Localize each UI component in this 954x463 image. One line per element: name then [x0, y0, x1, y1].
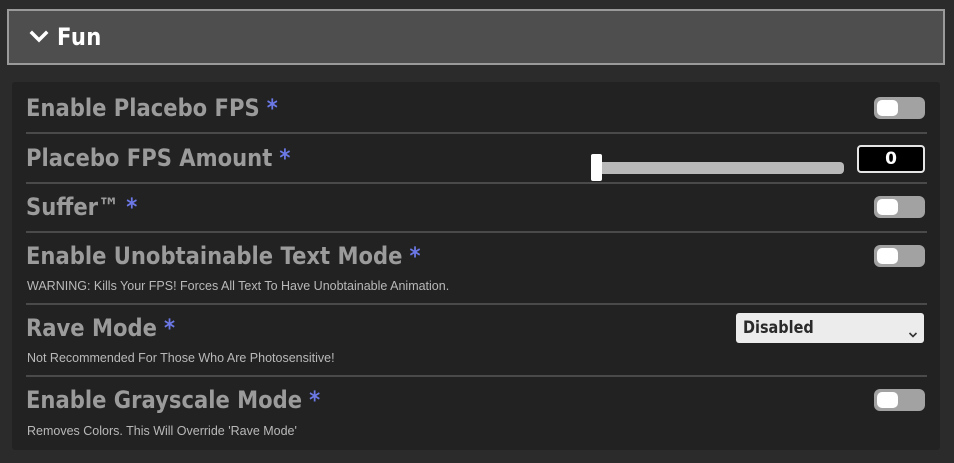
chevron-down-icon [908, 324, 918, 338]
required-asterisk: * [409, 242, 421, 270]
placebo-fps-toggle[interactable] [874, 97, 925, 119]
setting-label-text: Enable Placebo FPS [26, 94, 260, 122]
setting-label-text: Rave Mode [26, 314, 157, 342]
toggle-knob [877, 248, 898, 264]
setting-label: Enable Placebo FPS * [26, 94, 278, 122]
required-asterisk: * [126, 193, 138, 221]
divider [26, 182, 927, 184]
setting-row-unobtainable-text: Enable Unobtainable Text Mode * WARNING: … [26, 242, 926, 302]
placebo-fps-slider-thumb[interactable] [591, 154, 602, 181]
setting-label: Rave Mode * [26, 314, 175, 342]
required-asterisk: * [279, 144, 291, 172]
chevron-down-icon[interactable] [29, 30, 49, 44]
divider [26, 132, 927, 134]
toggle-knob [877, 392, 898, 408]
setting-label-text: Enable Unobtainable Text Mode [26, 242, 403, 270]
suffer-toggle[interactable] [874, 196, 925, 218]
unobtainable-text-toggle[interactable] [874, 245, 925, 267]
setting-label-text: Placebo FPS Amount [26, 144, 273, 172]
required-asterisk: * [266, 94, 278, 122]
setting-row-suffer: Suffer™ * [26, 193, 926, 233]
setting-description: Not Recommended For Those Who Are Photos… [27, 351, 335, 365]
setting-label-text: Suffer™ [26, 193, 120, 221]
setting-row-placebo-fps: Enable Placebo FPS * [26, 94, 926, 134]
required-asterisk: * [163, 314, 176, 342]
setting-row-grayscale: Enable Grayscale Mode * Removes Colors. T… [26, 386, 926, 446]
setting-description: Removes Colors. This Will Override 'Rave… [27, 424, 297, 438]
rave-mode-select[interactable]: Disabled [736, 313, 924, 343]
grayscale-toggle[interactable] [874, 389, 925, 411]
divider [26, 375, 927, 377]
section-header-fun[interactable]: Fun [7, 9, 945, 65]
toggle-knob [877, 199, 898, 215]
toggle-knob [877, 100, 898, 116]
setting-label: Enable Unobtainable Text Mode * [26, 242, 421, 270]
settings-root: Fun Enable Placebo FPS * Placebo FPS Amou… [0, 0, 954, 463]
setting-description: WARNING: Kills Your FPS! Forces All Text… [27, 279, 450, 293]
required-asterisk: * [309, 386, 321, 414]
placebo-fps-amount-input[interactable]: 0 [857, 145, 925, 173]
placebo-fps-slider-track[interactable] [592, 162, 844, 174]
setting-label: Suffer™ * [26, 193, 137, 221]
divider [26, 303, 927, 305]
divider [26, 231, 927, 233]
setting-label-text: Enable Grayscale Mode [26, 386, 303, 414]
setting-label: Enable Grayscale Mode * [26, 386, 320, 414]
settings-panel: Enable Placebo FPS * Placebo FPS Amount * … [12, 82, 940, 450]
setting-label: Placebo FPS Amount * [26, 144, 290, 172]
rave-mode-selected-value: Disabled [743, 318, 814, 338]
section-title: Fun [57, 23, 102, 51]
